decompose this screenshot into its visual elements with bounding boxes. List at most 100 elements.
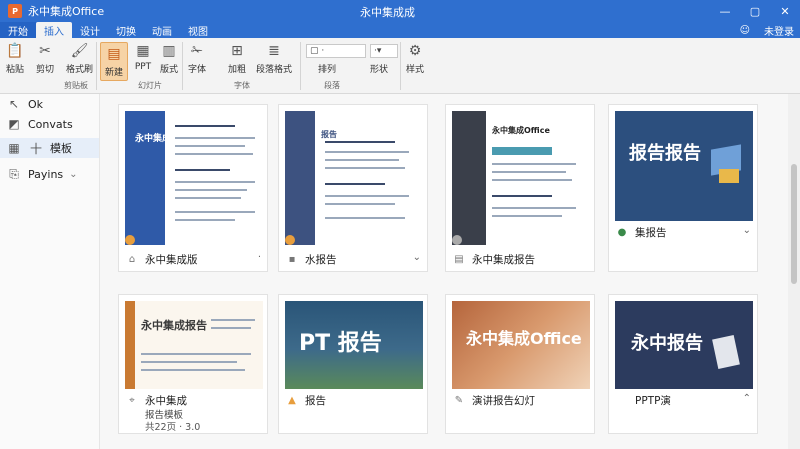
- restore-button[interactable]: ▢: [740, 0, 770, 22]
- lock-icon: ▲: [288, 394, 296, 406]
- thumb-title: 永中集成报告: [141, 319, 207, 332]
- group-label-paragraph: 段落: [324, 81, 340, 90]
- back-icon: ↖: [8, 97, 20, 111]
- title-bar: P 永中集成Office 永中集成成 — ▢ ✕: [0, 0, 800, 22]
- dot-icon: ●: [617, 226, 627, 238]
- bold-icon: ⊞: [231, 43, 243, 59]
- shape-button[interactable]: 形状: [370, 60, 388, 75]
- new-slide-button[interactable]: ▤ 新建: [100, 42, 129, 81]
- ribbon-tabs: 开始 插入 设计 切换 动画 视图 ☺ 未登录: [0, 22, 800, 38]
- card-meta: 共22页 · 3.0: [145, 422, 201, 433]
- template-card[interactable]: 永中集成 ⌂ 永中集成版 ·: [118, 104, 268, 272]
- template-thumbnail: 报告: [285, 111, 423, 245]
- plugin-icon: ⎘: [9, 166, 19, 181]
- template-thumbnail: 永中报告: [615, 301, 753, 389]
- user-area[interactable]: ☺ 未登录: [732, 22, 800, 38]
- template-card[interactable]: 报告报告 ● 集报告 ⌄: [608, 104, 758, 272]
- ppt-button[interactable]: ▦ PPT: [134, 42, 152, 72]
- template-gallery: 永中集成 ⌂ 永中集成版 · 报告 ▪ 水报告 ⌄ 永中集成Office ▤ 永…: [100, 94, 788, 449]
- paste-button[interactable]: 📋 粘贴: [6, 42, 24, 75]
- window-title: 永中集成成: [360, 6, 415, 19]
- template-card[interactable]: 永中集成报告 ⌖ 永中集成 报告模板 共22页 · 3.0: [118, 294, 268, 434]
- size-dropdown[interactable]: ·▾: [370, 44, 398, 58]
- layout-icon: ▥: [162, 43, 176, 59]
- template-card[interactable]: 永中集成Office ✎ 演讲报告幻灯: [445, 294, 595, 434]
- tab-transition[interactable]: 切换: [108, 22, 144, 38]
- thumb-title: 报告: [321, 130, 337, 139]
- ribbon-separator: [96, 42, 97, 90]
- thumb-title: 永中集成Office: [492, 126, 550, 135]
- thumb-title: 报告报告: [629, 143, 701, 164]
- chevron-up-icon[interactable]: ⌃: [743, 393, 751, 404]
- user-icon: ☺: [739, 24, 750, 36]
- app-name: 永中集成Office: [28, 5, 105, 18]
- nav-item-templates[interactable]: ▦ 十 模板: [0, 138, 99, 158]
- plus-icon: 十: [29, 141, 42, 156]
- bold-button[interactable]: ⊞ 加粗: [228, 42, 246, 75]
- home-icon: ⌂: [128, 253, 136, 265]
- paragraph-button[interactable]: ≣ 段落格式: [256, 42, 292, 75]
- template-card[interactable]: PT 报告 ▲ 报告: [278, 294, 428, 434]
- tool-icon: ✎: [454, 394, 464, 406]
- font-dropdown[interactable]: ▢ ·: [306, 44, 366, 58]
- app-logo: P: [8, 4, 22, 18]
- ppt-icon: ▦: [136, 43, 150, 59]
- nav-item-convats[interactable]: ◩ Convats: [6, 114, 72, 134]
- tab-file[interactable]: 开始: [0, 22, 36, 38]
- close-button[interactable]: ✕: [770, 0, 800, 22]
- pin-icon: ⌖: [129, 394, 135, 406]
- paste-icon: 📋: [6, 43, 24, 59]
- tab-design[interactable]: 设计: [72, 22, 108, 38]
- cut-icon: ✂: [39, 43, 51, 59]
- template-card[interactable]: 永中集成Office ▤ 永中集成报告: [445, 104, 595, 272]
- new-slide-icon: ▤: [107, 46, 121, 62]
- thumb-title: 永中报告: [631, 333, 703, 354]
- tab-view[interactable]: 视图: [180, 22, 216, 38]
- chevron-down-icon[interactable]: ⌄: [743, 225, 751, 236]
- chevron-down-icon: ⌄: [69, 168, 78, 180]
- thumb-title: PT 报告: [299, 331, 382, 356]
- style-button[interactable]: ⚙ 样式: [406, 42, 424, 75]
- arrange-button[interactable]: 排列: [318, 60, 336, 75]
- ribbon-separator: [300, 42, 301, 90]
- style-icon: ⚙: [408, 43, 422, 59]
- thumb-title: 永中集成Office: [466, 329, 582, 348]
- left-nav: ↖ Ok ◩ Convats ▦ 十 模板 ⎘ Payins ⌄: [0, 94, 100, 449]
- layout-grid-icon: ▦: [8, 141, 20, 155]
- nav-item-ok[interactable]: ↖ Ok: [6, 94, 43, 114]
- template-thumbnail: PT 报告: [285, 301, 423, 389]
- font-icon: ✁: [191, 43, 203, 59]
- paragraph-icon: ≣: [268, 43, 280, 59]
- tab-animation[interactable]: 动画: [144, 22, 180, 38]
- group-label-slides: 幻灯片: [138, 81, 162, 90]
- template-thumbnail: 永中集成Office: [452, 111, 590, 245]
- window-controls: — ▢ ✕: [710, 0, 800, 22]
- template-thumbnail: 永中集成Office: [452, 301, 590, 389]
- vertical-scrollbar[interactable]: [788, 94, 800, 449]
- minimize-button[interactable]: —: [710, 0, 740, 22]
- scrollbar-thumb[interactable]: [791, 164, 797, 284]
- more-icon[interactable]: ·: [258, 252, 261, 263]
- format-painter-icon: 🖌: [70, 43, 89, 59]
- thumb-title: 永中集成: [135, 134, 172, 144]
- format-painter-button[interactable]: 🖌 格式刷: [66, 42, 93, 75]
- user-label: 未登录: [764, 26, 794, 38]
- template-icon: ◩: [8, 117, 20, 131]
- template-thumbnail: 永中集成报告: [125, 301, 263, 389]
- template-thumbnail: 报告报告: [615, 111, 753, 221]
- group-label-font: 字体: [234, 81, 250, 90]
- template-card[interactable]: 永中报告 PPTP演 ⌃: [608, 294, 758, 434]
- nav-item-payins[interactable]: ⎘ Payins ⌄: [6, 164, 78, 184]
- ribbon-separator: [400, 42, 401, 90]
- cut-button[interactable]: ✂ 剪切: [36, 42, 54, 75]
- ribbon: 📋 粘贴 ✂ 剪切 🖌 格式刷 剪贴板 ▤ 新建 ▦ PPT ▥ 版式 幻灯片 …: [0, 38, 800, 94]
- chevron-down-icon[interactable]: ⌄: [413, 252, 421, 263]
- layout-button[interactable]: ▥ 版式: [160, 42, 178, 75]
- folder-icon: ▪: [288, 253, 296, 265]
- template-card[interactable]: 报告 ▪ 水报告 ⌄: [278, 104, 428, 272]
- ribbon-separator: [182, 42, 183, 90]
- pdf-icon: ▤: [454, 253, 464, 265]
- tab-insert[interactable]: 插入: [36, 22, 72, 38]
- template-thumbnail: 永中集成: [125, 111, 263, 245]
- font-button[interactable]: ✁ 字体: [188, 42, 206, 75]
